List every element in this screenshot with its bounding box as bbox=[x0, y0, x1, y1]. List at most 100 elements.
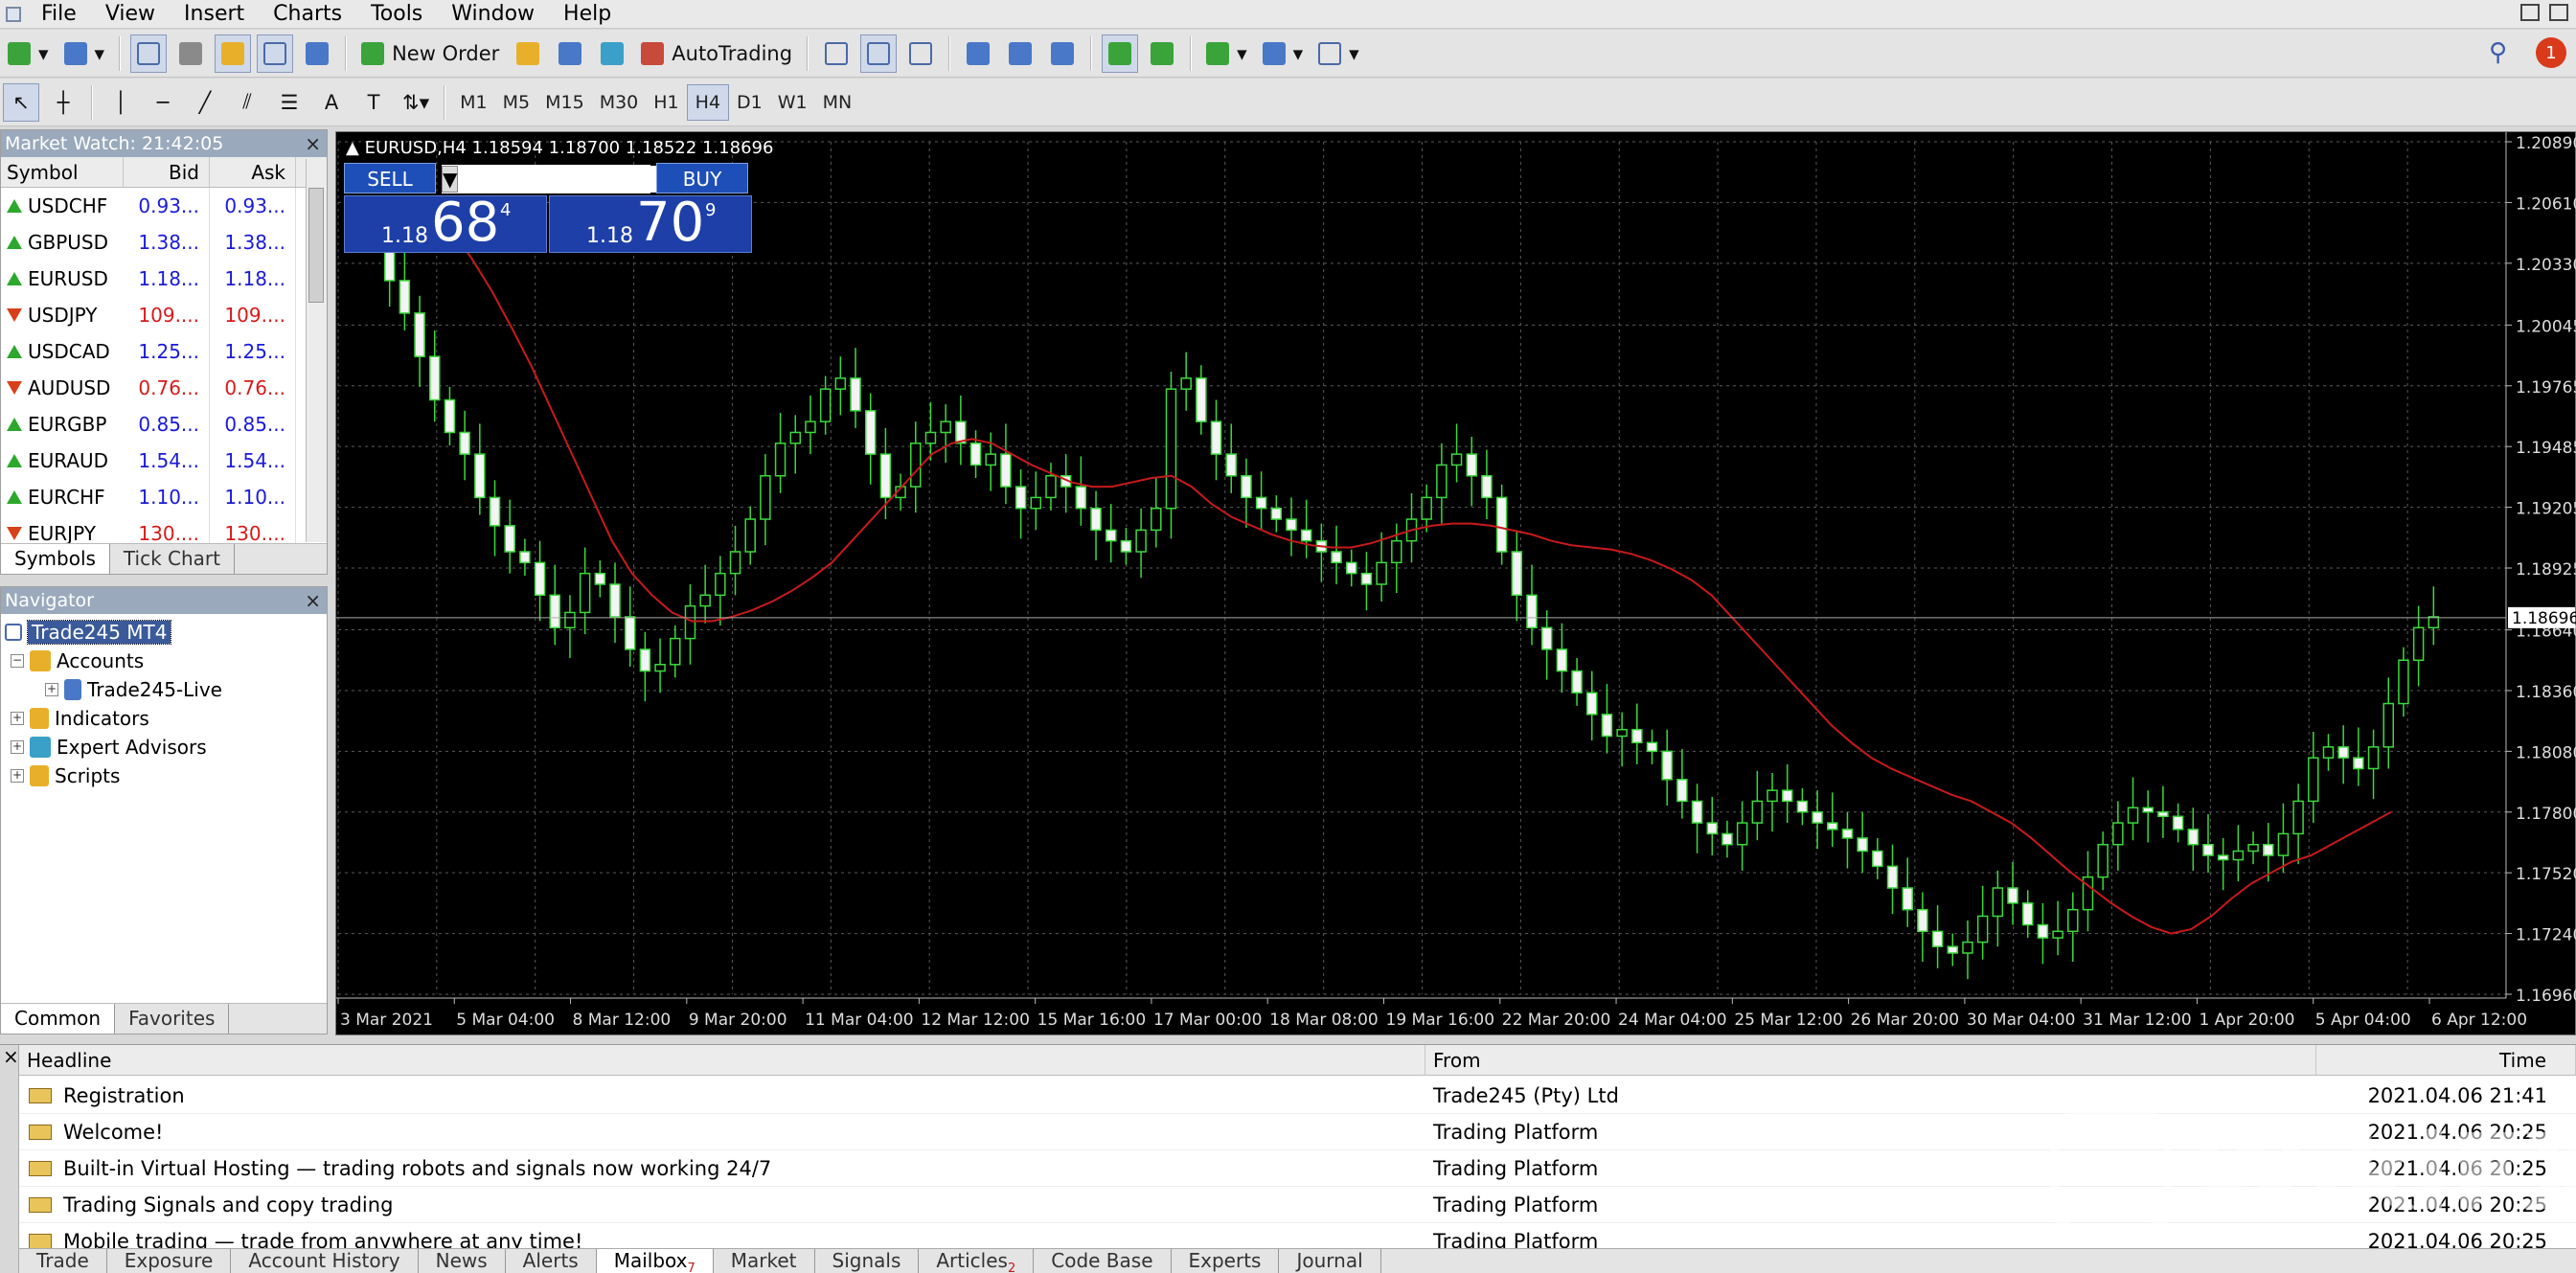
menu-window[interactable]: Window bbox=[437, 0, 549, 29]
tab-mailbox[interactable]: Mailbox7 bbox=[596, 1249, 714, 1273]
market-watch-row[interactable]: USDCHF 0.93... 0.93... bbox=[1, 188, 327, 224]
data-window-toggle[interactable] bbox=[172, 34, 209, 73]
market-watch-row[interactable]: AUDUSD 0.76... 0.76... bbox=[1, 370, 327, 406]
vps-button[interactable] bbox=[594, 34, 630, 73]
timeframe-m5[interactable]: M5 bbox=[495, 84, 537, 121]
trendline-button[interactable]: ╱ bbox=[187, 83, 223, 122]
strategy-tester-toggle[interactable] bbox=[299, 34, 335, 73]
expand-icon[interactable]: + bbox=[45, 683, 58, 696]
new-chart-button[interactable]: ▾ bbox=[3, 34, 54, 73]
buy-price[interactable]: 1.18 70 9 bbox=[549, 194, 752, 253]
tab-tick-chart[interactable]: Tick Chart bbox=[110, 544, 235, 574]
expand-icon[interactable]: + bbox=[11, 740, 24, 754]
market-watch-scrollbar[interactable] bbox=[306, 159, 327, 542]
tab-trade[interactable]: Trade bbox=[19, 1249, 107, 1273]
timeframe-h1[interactable]: H1 bbox=[646, 84, 686, 121]
menu-view[interactable]: View bbox=[91, 0, 170, 29]
market-watch-row[interactable]: EURCHF 1.10... 1.10... bbox=[1, 479, 327, 515]
tab-alerts[interactable]: Alerts bbox=[506, 1249, 597, 1273]
arrows-button[interactable]: ⇅▾ bbox=[398, 83, 434, 122]
zoom-out-button[interactable] bbox=[1002, 34, 1038, 73]
tree-accounts[interactable]: − Accounts bbox=[5, 647, 327, 675]
timeframe-mn[interactable]: MN bbox=[815, 84, 860, 121]
tab-code-base[interactable]: Code Base bbox=[1034, 1249, 1172, 1273]
chart-window[interactable]: 1.20890 1.20610 1.20330 1.20045 1.19765 1.194… bbox=[335, 131, 2576, 1035]
market-watch-row[interactable]: GBPUSD 1.38... 1.38... bbox=[1, 224, 327, 261]
search-icon[interactable]: ⚲ bbox=[2489, 38, 2507, 67]
auto-scroll-button[interactable] bbox=[1102, 34, 1139, 73]
tab-articles[interactable]: Articles2 bbox=[919, 1249, 1035, 1273]
menu-charts[interactable]: Charts bbox=[259, 0, 356, 29]
mailbox-row[interactable]: Registration Trade245 (Pty) Ltd 2021.04.06… bbox=[19, 1078, 2576, 1114]
minimize-icon[interactable] bbox=[2520, 4, 2540, 21]
cursor-button[interactable]: ↖ bbox=[3, 82, 39, 122]
metaeditor-button[interactable] bbox=[510, 34, 546, 73]
column-symbol[interactable]: Symbol bbox=[1, 157, 124, 187]
tab-favorites[interactable]: Favorites bbox=[115, 1004, 230, 1034]
line-chart-button[interactable] bbox=[902, 34, 939, 73]
column-from[interactable]: From bbox=[1425, 1045, 2316, 1075]
tab-symbols[interactable]: Symbols bbox=[1, 544, 110, 574]
market-watch-row[interactable]: USDJPY 109.... 109.... bbox=[1, 297, 327, 333]
lot-decrease-button[interactable]: ▼ bbox=[442, 166, 459, 193]
tab-signals[interactable]: Signals bbox=[815, 1249, 920, 1273]
tree-root[interactable]: Trade245 MT4 bbox=[5, 618, 327, 647]
column-ask[interactable]: Ask bbox=[210, 157, 296, 187]
timeframe-m30[interactable]: M30 bbox=[592, 84, 647, 121]
timeframe-m1[interactable]: M1 bbox=[452, 84, 494, 121]
templates-button[interactable]: ▾ bbox=[1313, 34, 1364, 73]
indicators-button[interactable]: ▾ bbox=[1201, 34, 1252, 73]
tab-news[interactable]: News bbox=[419, 1249, 506, 1273]
notification-badge[interactable]: 1 bbox=[2536, 37, 2566, 68]
buy-button[interactable]: BUY bbox=[656, 163, 748, 193]
expand-icon[interactable]: + bbox=[11, 769, 24, 783]
price-chart[interactable]: 1.20890 1.20610 1.20330 1.20045 1.19765 1.194… bbox=[336, 132, 2576, 1036]
text-label-button[interactable]: T bbox=[355, 83, 392, 122]
navigator-toggle[interactable] bbox=[215, 34, 252, 73]
timeframe-m15[interactable]: M15 bbox=[537, 84, 592, 121]
expand-icon[interactable]: + bbox=[11, 712, 24, 725]
tab-exposure[interactable]: Exposure bbox=[107, 1249, 232, 1273]
tree-scripts[interactable]: + Scripts bbox=[5, 762, 327, 790]
signals-button[interactable] bbox=[552, 34, 588, 73]
menu-tools[interactable]: Tools bbox=[356, 0, 437, 29]
menu-insert[interactable]: Insert bbox=[170, 0, 259, 29]
tab-journal[interactable]: Journal bbox=[1279, 1249, 1381, 1273]
restore-icon[interactable] bbox=[2549, 4, 2568, 21]
zoom-in-button[interactable] bbox=[960, 34, 996, 73]
menu-help[interactable]: Help bbox=[549, 0, 626, 29]
collapse-icon[interactable]: − bbox=[11, 654, 24, 668]
tree-experts[interactable]: + Expert Advisors bbox=[5, 733, 327, 762]
close-icon[interactable]: × bbox=[0, 1045, 19, 1068]
sell-button[interactable]: SELL bbox=[344, 163, 436, 193]
timeframe-d1[interactable]: D1 bbox=[729, 84, 770, 121]
sell-price[interactable]: 1.18 68 4 bbox=[344, 194, 547, 253]
bar-chart-button[interactable] bbox=[818, 34, 855, 73]
autotrading-button[interactable]: AutoTrading bbox=[636, 34, 797, 73]
tab-market[interactable]: Market bbox=[714, 1249, 815, 1273]
new-order-button[interactable]: New Order bbox=[356, 34, 504, 73]
scrollbar-thumb[interactable] bbox=[308, 188, 324, 303]
crosshair-button[interactable]: ┼ bbox=[45, 83, 81, 122]
horizontal-line-button[interactable]: ─ bbox=[145, 83, 181, 122]
fibonacci-button[interactable]: ☰ bbox=[271, 83, 308, 122]
periods-button[interactable]: ▾ bbox=[1258, 34, 1309, 73]
vertical-line-button[interactable]: │ bbox=[103, 83, 139, 122]
text-button[interactable]: A bbox=[313, 83, 350, 122]
close-icon[interactable]: × bbox=[305, 587, 321, 614]
close-icon[interactable]: × bbox=[305, 130, 321, 157]
market-watch-row[interactable]: EURAUD 1.54... 1.54... bbox=[1, 443, 327, 479]
tab-experts[interactable]: Experts bbox=[1172, 1249, 1280, 1273]
timeframe-w1[interactable]: W1 bbox=[770, 84, 815, 121]
market-watch-row[interactable]: USDCAD 1.25... 1.25... bbox=[1, 333, 327, 370]
candlestick-button[interactable] bbox=[860, 34, 898, 73]
market-watch-row[interactable]: EURGBP 0.85... 0.85... bbox=[1, 406, 327, 443]
column-headline[interactable]: Headline bbox=[19, 1045, 1425, 1075]
terminal-toggle[interactable] bbox=[257, 34, 294, 73]
tab-account-history[interactable]: Account History bbox=[231, 1249, 419, 1273]
profiles-button[interactable]: ▾ bbox=[59, 34, 110, 73]
menu-file[interactable]: File bbox=[27, 0, 91, 29]
column-time[interactable]: Time bbox=[2316, 1045, 2576, 1075]
tile-windows-button[interactable] bbox=[1044, 34, 1081, 73]
market-watch-row[interactable]: EURUSD 1.18... 1.18... bbox=[1, 261, 327, 297]
